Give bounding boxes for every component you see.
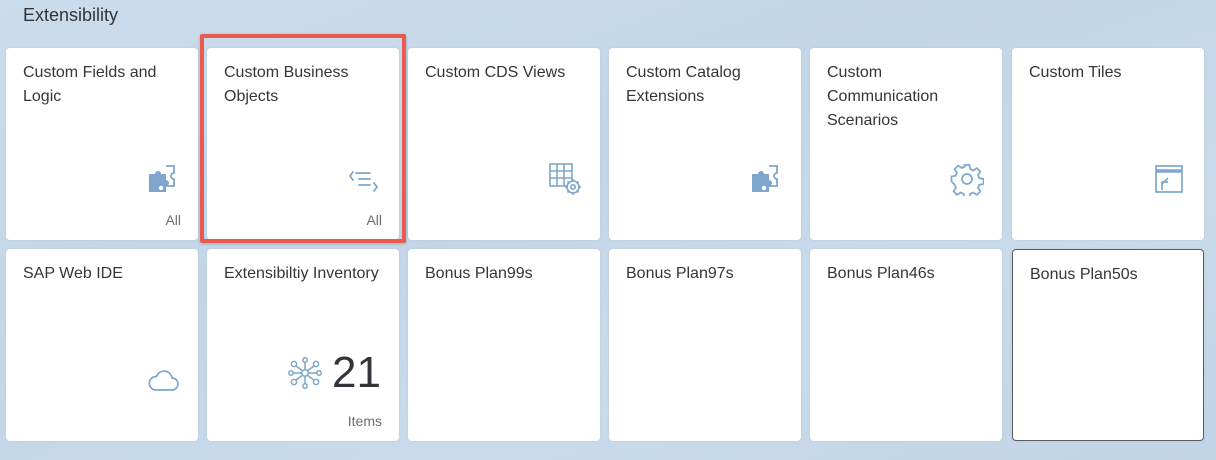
cloud-icon <box>146 363 180 397</box>
tile-bonus-plan46s[interactable]: Bonus Plan46s <box>810 249 1002 441</box>
table-settings-icon <box>548 162 582 196</box>
tile-title: Bonus Plan99s <box>425 265 533 282</box>
tile-sap-web-ide[interactable]: SAP Web IDE <box>6 249 198 441</box>
tile-title: Custom Business Objects <box>224 64 349 105</box>
tile-title: Extensibiltiy Inventory <box>224 265 379 282</box>
tile-title: Bonus Plan97s <box>626 265 734 282</box>
tile-info: Items <box>347 413 382 429</box>
group-title: Extensibility <box>23 5 119 25</box>
tile-custom-cds-views[interactable]: Custom CDS Views <box>408 48 600 240</box>
tile-custom-tiles[interactable]: Custom Tiles <box>1012 48 1204 240</box>
tile-title: Custom Catalog Extensions <box>626 64 741 105</box>
tile-custom-catalog-extensions[interactable]: Custom Catalog Extensions <box>609 48 801 240</box>
network-icon <box>288 356 322 390</box>
tile-bonus-plan50s[interactable]: Bonus Plan50s <box>1012 249 1204 441</box>
tile-custom-communication-scenarios[interactable]: Custom Communication Scenarios <box>810 48 1002 240</box>
tile-info: All <box>165 212 181 228</box>
code-list-icon <box>347 162 381 196</box>
tile-title: SAP Web IDE <box>23 265 123 282</box>
tile-bonus-plan97s[interactable]: Bonus Plan97s <box>609 249 801 441</box>
tile-custom-fields-and-logic[interactable]: Custom Fields and Logic All <box>6 48 198 240</box>
kpi: 21 <box>288 345 381 401</box>
tile-launch-icon <box>1152 162 1186 196</box>
puzzle-icon <box>146 162 180 196</box>
tile-title: Custom Fields and Logic <box>23 64 157 105</box>
tile-title: Bonus Plan50s <box>1030 266 1138 283</box>
gear-icon <box>950 162 984 196</box>
tile-title: Custom CDS Views <box>425 64 566 81</box>
tile-title: Custom Tiles <box>1029 64 1122 81</box>
puzzle-icon <box>749 162 783 196</box>
tile-extensibility-inventory[interactable]: Extensibiltiy Inventory 21 Items <box>207 249 399 441</box>
tile-info: All <box>366 212 382 228</box>
tile-bonus-plan99s[interactable]: Bonus Plan99s <box>408 249 600 441</box>
kpi-value: 21 <box>332 348 381 397</box>
tile-title: Bonus Plan46s <box>827 265 935 282</box>
tile-custom-business-objects[interactable]: Custom Business Objects All <box>207 48 399 240</box>
tile-title: Custom Communication Scenarios <box>827 64 939 129</box>
